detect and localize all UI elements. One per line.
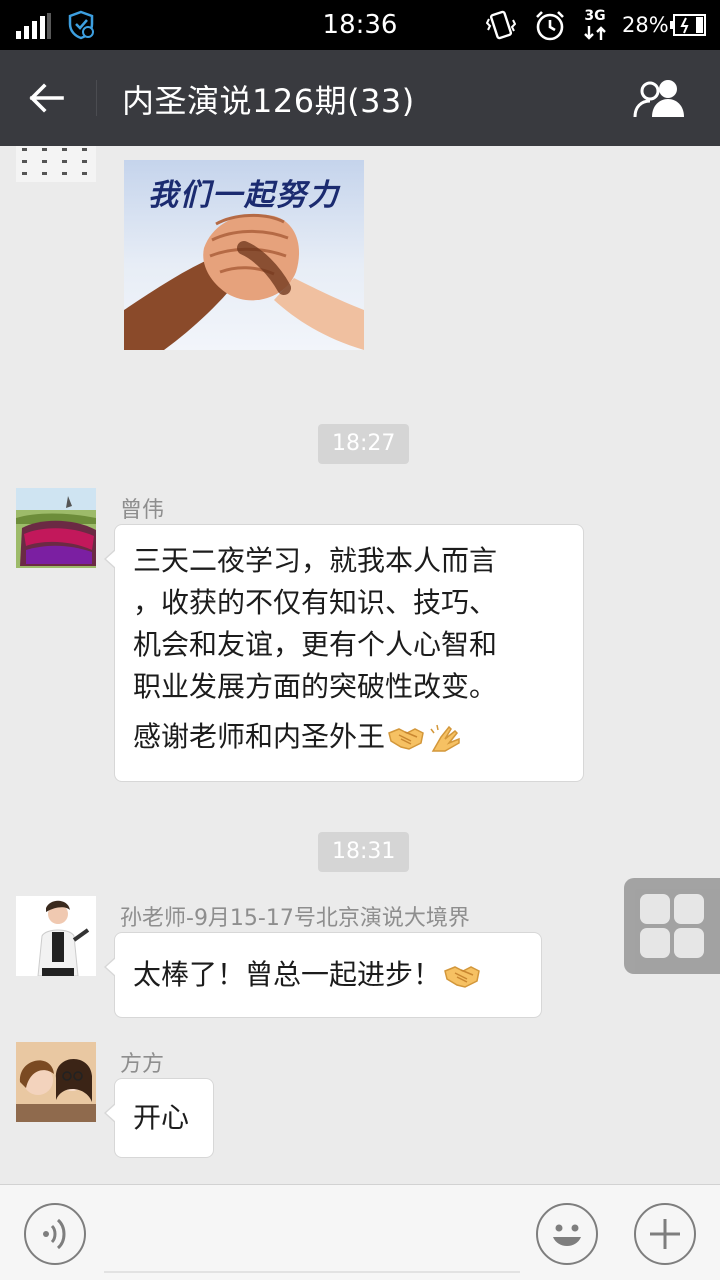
message-input-bar bbox=[0, 1184, 720, 1280]
chat-message-list[interactable]: 我们一起努力 18:27 曾伟 三天二夜学习，就我本人而言 ，收获的不仅有知识、… bbox=[0, 146, 720, 1184]
message-bubble[interactable]: 太棒了！曾总一起进步！ bbox=[104, 932, 542, 1018]
vibrate-icon bbox=[486, 10, 516, 40]
message-bubble[interactable]: 开心 bbox=[104, 1078, 214, 1158]
message-text: 太棒了！曾总一起进步！ bbox=[133, 958, 442, 991]
group-icon bbox=[633, 80, 684, 118]
arrow-left-icon bbox=[29, 83, 64, 113]
message-bubble[interactable]: 三天二夜学习，就我本人而言 ，收获的不仅有知识、技巧、 机会和友谊，更有个人心智… bbox=[104, 524, 584, 782]
handshake-illustration bbox=[124, 213, 364, 350]
message-text-line: 感谢老师和内圣外王 bbox=[133, 720, 386, 753]
voice-icon bbox=[43, 1218, 66, 1250]
message-text-line: ，收获的不仅有知识、技巧、 bbox=[133, 586, 498, 619]
message-input[interactable] bbox=[104, 1205, 520, 1263]
sender-name: 孙老师-9月15-17号北京演说大境界 bbox=[120, 906, 470, 931]
back-button[interactable] bbox=[18, 72, 74, 124]
clap-emoji bbox=[430, 724, 460, 752]
emoji-button[interactable] bbox=[536, 1203, 598, 1265]
handshake-emoji bbox=[444, 966, 480, 988]
sender-name: 方方 bbox=[120, 1052, 165, 1077]
alarm-icon bbox=[536, 11, 564, 41]
more-button[interactable] bbox=[634, 1203, 696, 1265]
avatar[interactable] bbox=[16, 488, 96, 568]
smiley-icon bbox=[553, 1224, 581, 1246]
battery-percent: 28% bbox=[622, 13, 669, 37]
status-bar: 18:36 3G 28% bbox=[0, 0, 720, 50]
input-underline bbox=[104, 1271, 520, 1273]
avatar[interactable] bbox=[16, 896, 96, 976]
handshake-emoji bbox=[388, 728, 424, 750]
network-type-label: 3G bbox=[584, 8, 606, 24]
message-text-line: 太棒了！曾总一起进步！ bbox=[133, 954, 481, 996]
page-title: 内圣演说126期(33) bbox=[122, 82, 415, 120]
status-time: 18:36 bbox=[322, 10, 398, 40]
group-members-button[interactable] bbox=[628, 72, 692, 124]
image-message[interactable]: 我们一起努力 bbox=[124, 160, 364, 350]
avatar[interactable] bbox=[16, 146, 96, 182]
battery-icon bbox=[670, 14, 706, 36]
avatar[interactable] bbox=[16, 1042, 96, 1122]
message-text-line: 三天二夜学习，就我本人而言 bbox=[133, 544, 498, 577]
timestamp-chip: 18:27 bbox=[318, 424, 410, 464]
message-text-line: 机会和友谊，更有个人心智和 bbox=[133, 628, 498, 661]
chat-header: 内圣演说126期(33) bbox=[0, 50, 720, 146]
message-text-line: 职业发展方面的突破性改变。 bbox=[133, 670, 498, 703]
voice-button[interactable] bbox=[24, 1203, 86, 1265]
sender-name: 曾伟 bbox=[120, 498, 165, 523]
floating-grid-button[interactable] bbox=[624, 878, 720, 974]
timestamp-chip: 18:31 bbox=[318, 832, 410, 872]
header-divider bbox=[96, 80, 97, 116]
message-text-line: 开心 bbox=[133, 1101, 190, 1134]
network-3g-icon: 3G bbox=[578, 9, 612, 43]
plus-icon bbox=[650, 1219, 680, 1249]
